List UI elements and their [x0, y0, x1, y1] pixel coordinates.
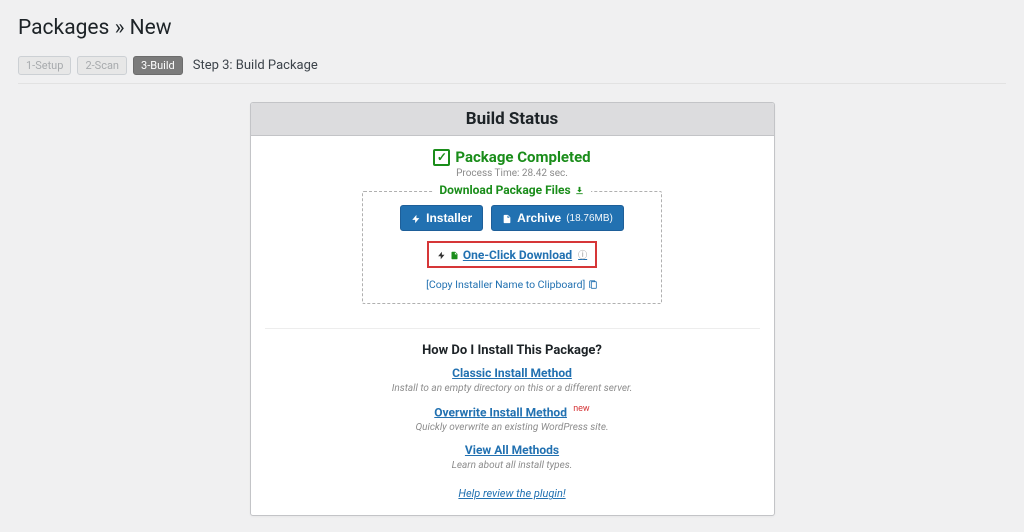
process-time: Process Time: 28.42 sec.: [265, 168, 760, 179]
review-plugin-link[interactable]: Help review the plugin!: [458, 487, 565, 500]
view-all-sub: Learn about all install types.: [265, 460, 760, 471]
archive-button[interactable]: Archive (18.76MB): [491, 205, 624, 231]
status-completed: ✓ Package Completed: [265, 148, 760, 166]
download-legend: Download Package Files: [433, 183, 590, 197]
installer-button[interactable]: Installer: [400, 205, 483, 231]
one-click-download-link[interactable]: One-Click Download ⓘ: [437, 248, 587, 262]
panel-divider: [265, 328, 760, 329]
bolt-icon: [411, 211, 421, 225]
check-icon: ✓: [433, 149, 450, 166]
bolt-icon: [437, 248, 446, 261]
status-text: Package Completed: [455, 148, 590, 166]
divider: [18, 83, 1006, 84]
step-indicator: 1-Setup 2-Scan 3-Build Step 3: Build Pac…: [18, 56, 1006, 75]
download-icon: [574, 183, 585, 197]
overwrite-install-link[interactable]: Overwrite Install Method: [434, 405, 567, 419]
step-2-scan: 2-Scan: [77, 56, 127, 75]
archive-size: (18.76MB): [566, 213, 613, 224]
download-box: Download Package Files Installer Archiv: [362, 191, 662, 304]
file-icon: [450, 248, 459, 261]
overwrite-install-sub: Quickly overwrite an existing WordPress …: [265, 422, 760, 433]
build-status-panel: Build Status ✓ Package Completed Process…: [250, 102, 775, 516]
classic-install-sub: Install to an empty directory on this or…: [265, 383, 760, 394]
classic-install-link[interactable]: Classic Install Method: [452, 366, 572, 380]
install-heading: How Do I Install This Package?: [265, 343, 760, 358]
view-all-methods-link[interactable]: View All Methods: [465, 443, 559, 457]
copy-installer-link[interactable]: [Copy Installer Name to Clipboard]: [375, 278, 649, 291]
one-click-highlight: One-Click Download ⓘ: [427, 241, 597, 268]
clipboard-icon: [588, 280, 598, 291]
new-tag: new: [573, 404, 590, 414]
step-3-build: 3-Build: [133, 56, 183, 75]
step-label: Step 3: Build Package: [193, 58, 318, 73]
help-icon[interactable]: ⓘ: [578, 248, 587, 261]
file-icon: [502, 211, 512, 225]
step-1-setup: 1-Setup: [18, 56, 71, 75]
panel-title: Build Status: [251, 103, 774, 136]
page-title: Packages » New: [18, 16, 1006, 40]
